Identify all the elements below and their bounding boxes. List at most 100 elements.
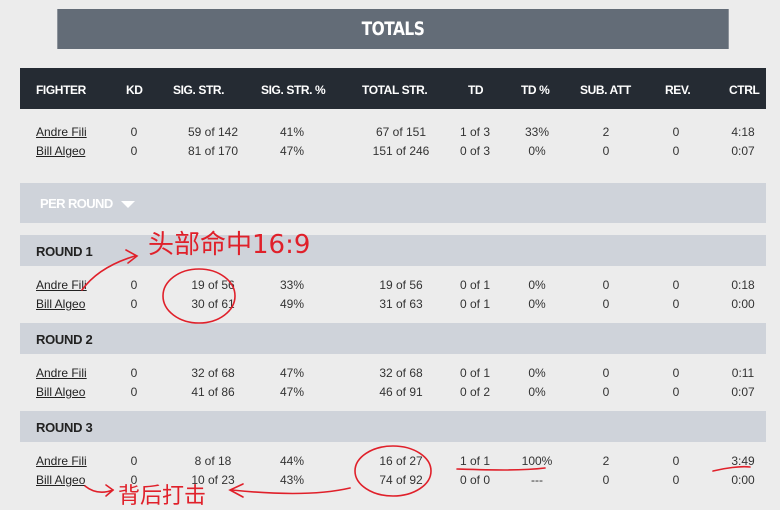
- cell-kd: 0: [130, 366, 138, 380]
- cell-sub-att: 0: [602, 473, 610, 487]
- cell-sub-att: 2: [602, 454, 610, 468]
- cell-sub-att: 0: [602, 366, 610, 380]
- cell-sig-str: 59 of 142: [187, 125, 239, 139]
- fight-stats: TOTALS FIGHTER KD SIG. STR. SIG. STR. % …: [20, 9, 766, 487]
- cell-sig-str-pct: 47%: [279, 366, 305, 380]
- cell-td: 1 of 3: [459, 125, 491, 139]
- table-row: Bill Algeo 0 30 of 61 49% 31 of 63 0 of 1 0% 0 0…: [20, 295, 766, 314]
- fighter-link[interactable]: Bill Algeo: [36, 383, 85, 402]
- cell-sig-str-pct: 43%: [279, 473, 305, 487]
- cell-kd: 0: [130, 144, 138, 158]
- per-round-toggle[interactable]: PER ROUND: [20, 183, 766, 223]
- cell-sig-str-pct: 47%: [279, 385, 305, 399]
- fighter-link[interactable]: Bill Algeo: [36, 295, 85, 314]
- per-round-label[interactable]: PER ROUND: [40, 183, 113, 225]
- cell-total-str: 74 of 92: [379, 473, 423, 487]
- cell-kd: 0: [130, 278, 138, 292]
- cell-td: 0 of 2: [459, 385, 491, 399]
- cell-td-pct: 0%: [528, 278, 546, 292]
- cell-total-str: 67 of 151: [375, 125, 427, 139]
- table-header: FIGHTER KD SIG. STR. SIG. STR. % TOTAL S…: [20, 68, 766, 109]
- cell-td-pct: 33%: [524, 125, 550, 139]
- cell-td-pct: ---: [531, 473, 543, 487]
- fighter-link[interactable]: Bill Algeo: [36, 471, 85, 490]
- cell-total-str: 19 of 56: [379, 278, 423, 292]
- cell-td: 0 of 0: [459, 473, 491, 487]
- table-row: Andre Fili 0 8 of 18 44% 16 of 27 1 of 1 100% 2…: [20, 452, 766, 471]
- cell-kd: 0: [130, 385, 138, 399]
- fighter-link[interactable]: Andre Fili: [36, 123, 87, 142]
- cell-total-str: 32 of 68: [379, 366, 423, 380]
- cell-sig-str-pct: 44%: [279, 454, 305, 468]
- cell-rev: 0: [672, 454, 680, 468]
- cell-td-pct: 0%: [528, 297, 546, 311]
- col-kd: KD: [126, 83, 143, 97]
- cell-ctrl: 0:11: [731, 366, 755, 380]
- cell-rev: 0: [672, 144, 680, 158]
- cell-td: 0 of 3: [459, 144, 491, 158]
- cell-total-str: 46 of 91: [379, 385, 423, 399]
- cell-kd: 0: [130, 297, 138, 311]
- cell-sub-att: 0: [602, 297, 610, 311]
- cell-td: 0 of 1: [459, 297, 491, 311]
- round-label: ROUND 2: [36, 332, 93, 347]
- cell-sig-str: 8 of 18: [194, 454, 232, 468]
- round-1-header: ROUND 1: [20, 235, 766, 266]
- col-sig-str: SIG. STR.: [173, 83, 225, 97]
- fighter-link[interactable]: Andre Fili: [36, 364, 87, 383]
- cell-ctrl: 0:18: [731, 278, 755, 292]
- table-row: Bill Algeo 0 41 of 86 47% 46 of 91 0 of 2 0% 0 0…: [20, 383, 766, 402]
- round-label: ROUND 1: [36, 244, 93, 259]
- fighter-link[interactable]: Bill Algeo: [36, 142, 85, 161]
- cell-rev: 0: [672, 385, 680, 399]
- cell-td-pct: 0%: [528, 144, 546, 158]
- cell-sig-str-pct: 41%: [279, 125, 305, 139]
- table-row: Andre Fili 0 32 of 68 47% 32 of 68 0 of 1 0% 0 0…: [20, 364, 766, 383]
- caret-down-icon[interactable]: [121, 201, 135, 208]
- col-td: TD: [468, 83, 484, 97]
- fighter-link[interactable]: Andre Fili: [36, 452, 87, 471]
- col-ctrl: CTRL: [729, 83, 760, 97]
- fighter-link[interactable]: Andre Fili: [36, 276, 87, 295]
- table-row: Bill Algeo 0 81 of 170 47% 151 of 246 0 of 3 0…: [20, 142, 766, 161]
- col-rev: REV.: [665, 83, 691, 97]
- cell-sig-str-pct: 49%: [279, 297, 305, 311]
- table-row: Andre Fili 0 59 of 142 41% 67 of 151 1 of 3 33…: [20, 123, 766, 142]
- cell-sig-str: 81 of 170: [187, 144, 239, 158]
- cell-td: 1 of 1: [459, 454, 491, 468]
- col-fighter: FIGHTER: [36, 83, 86, 97]
- cell-total-str: 16 of 27: [379, 454, 423, 468]
- col-sub-att: SUB. ATT: [580, 83, 631, 97]
- cell-sig-str-pct: 33%: [279, 278, 305, 292]
- table-row: Andre Fili 0 19 of 56 33% 19 of 56 0 of 1 0% 0 0…: [20, 276, 766, 295]
- col-sig-str-pct: SIG. STR. %: [261, 83, 326, 97]
- cell-sig-str-pct: 47%: [279, 144, 305, 158]
- cell-sig-str: 19 of 56: [191, 278, 235, 292]
- cell-td: 0 of 1: [459, 278, 491, 292]
- cell-sub-att: 0: [602, 385, 610, 399]
- cell-ctrl: 0:00: [731, 473, 755, 487]
- cell-sub-att: 0: [602, 278, 610, 292]
- cell-total-str: 151 of 246: [372, 144, 430, 158]
- cell-rev: 0: [672, 297, 680, 311]
- cell-kd: 0: [130, 454, 138, 468]
- totals-title: TOTALS: [57, 9, 729, 49]
- cell-sig-str: 30 of 61: [191, 297, 235, 311]
- cell-td-pct: 100%: [521, 454, 553, 468]
- cell-rev: 0: [672, 366, 680, 380]
- head-strikes-note: 头部命中16:9: [148, 230, 311, 260]
- cell-rev: 0: [672, 125, 680, 139]
- cell-td: 0 of 1: [459, 366, 491, 380]
- back-strikes-note: 背后打击: [118, 484, 207, 509]
- round-2-header: ROUND 2: [20, 323, 766, 354]
- col-total-str: TOTAL STR.: [362, 83, 428, 97]
- cell-rev: 0: [672, 278, 680, 292]
- cell-kd: 0: [130, 125, 138, 139]
- cell-td-pct: 0%: [528, 366, 546, 380]
- cell-ctrl: 4:18: [731, 125, 755, 139]
- round-3-header: ROUND 3: [20, 411, 766, 442]
- cell-sub-att: 0: [602, 144, 610, 158]
- cell-total-str: 31 of 63: [379, 297, 423, 311]
- cell-sig-str: 32 of 68: [191, 366, 235, 380]
- cell-sig-str: 41 of 86: [191, 385, 235, 399]
